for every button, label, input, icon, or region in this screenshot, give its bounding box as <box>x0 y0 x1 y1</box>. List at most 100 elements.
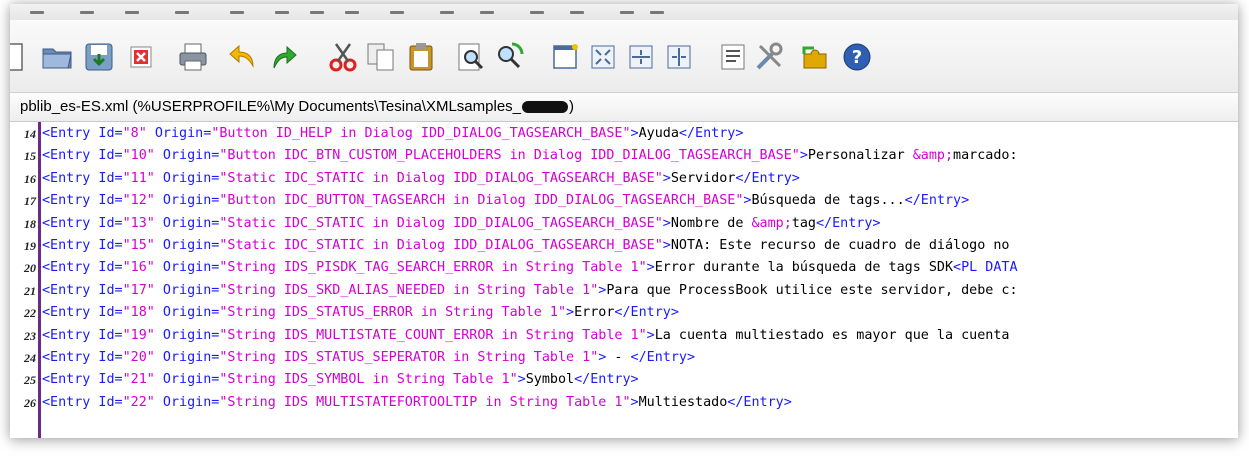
tag-open: <Entry <box>42 282 91 298</box>
attr-value: "13" <box>122 215 155 231</box>
attr-value: "17" <box>122 282 155 298</box>
attr-name: Origin= <box>154 350 220 365</box>
redacted-text <box>522 101 568 114</box>
split-horizontal-icon[interactable] <box>622 38 660 76</box>
code-line[interactable]: 14 <Entry Id="8" Origin="Button ID_HELP i… <box>10 123 1238 145</box>
help-icon[interactable]: ? <box>838 38 876 76</box>
code-text: <Entry Id="15" Origin="Static IDC_STATIC… <box>42 235 1009 257</box>
attr-name: Id= <box>90 193 123 209</box>
attr-value: "20" <box>122 350 155 365</box>
tag-close-bracket: > <box>630 126 639 141</box>
print-icon[interactable] <box>174 38 212 76</box>
entity-ref: &amp; <box>912 148 954 164</box>
attr-value: "String IDS_STATUS_SEPERATOR in String T… <box>219 350 599 365</box>
tools-icon[interactable] <box>750 38 788 76</box>
cut-icon[interactable] <box>324 38 362 76</box>
attr-value: "8" <box>122 126 147 141</box>
split-vertical-icon[interactable] <box>660 38 698 76</box>
tag-close-bracket: > <box>630 394 639 410</box>
attr-value: "String IDS_MULTISTATE_COUNT_ERROR in St… <box>219 327 647 343</box>
entry-text: Multiestado <box>638 394 728 410</box>
code-line[interactable]: 26 <Entry Id="22" Origin="String IDS MULT… <box>10 392 1238 414</box>
attr-name: Id= <box>90 260 123 276</box>
code-line[interactable]: 24 <Entry Id="20" Origin="String IDS_STAT… <box>10 347 1238 369</box>
attr-name: Id= <box>90 170 123 186</box>
save-icon[interactable] <box>80 38 118 76</box>
code-line[interactable]: 20 <Entry Id="16" Origin="String IDS_PISD… <box>10 257 1238 279</box>
code-text: <Entry Id="16" Origin="String IDS_PISDK_… <box>42 257 1018 279</box>
redo-icon[interactable] <box>264 38 302 76</box>
line-number: 23 <box>24 328 36 343</box>
code-line[interactable]: 18 <Entry Id="13" Origin="Static IDC_STAT… <box>10 213 1238 235</box>
expand-icon[interactable] <box>584 38 622 76</box>
attr-value: "10" <box>122 148 155 164</box>
attr-name: Id= <box>90 215 123 231</box>
entry-text: Personalizar <box>807 148 913 164</box>
close-icon[interactable] <box>122 38 160 76</box>
tag-close-bracket: > <box>517 372 526 388</box>
tag-open: <Entry <box>42 394 91 410</box>
find-icon[interactable] <box>452 38 490 76</box>
entry-text: Para que ProcessBook utilice este servid… <box>606 282 1018 298</box>
attr-name: Id= <box>90 126 123 141</box>
entry-text: Ayuda <box>638 126 679 141</box>
paste-icon[interactable] <box>402 38 440 76</box>
menu-bar <box>10 4 1238 20</box>
undo-icon[interactable] <box>225 38 263 76</box>
tag-open: <Entry <box>42 260 91 276</box>
line-number: 24 <box>24 351 36 365</box>
tag-close: </Entry> <box>735 170 800 186</box>
line-number: 21 <box>24 283 36 298</box>
code-text: <Entry Id="19" Origin="String IDS_MULTIS… <box>42 325 1009 347</box>
code-line[interactable]: 23 <Entry Id="19" Origin="String IDS_MULT… <box>10 325 1238 347</box>
entry-text: tag <box>791 215 816 231</box>
find-replace-icon[interactable] <box>490 38 528 76</box>
entry-text: Symbol <box>525 372 575 388</box>
line-number: 16 <box>24 171 36 186</box>
code-line[interactable]: 16 <Entry Id="11" Origin="Static IDC_STAT… <box>10 168 1238 190</box>
code-text: <Entry Id="18" Origin="String IDS_STATUS… <box>42 302 679 324</box>
toolbar: ? <box>10 20 1238 93</box>
code-line[interactable]: 17 <Entry Id="12" Origin="Button IDC_BUTT… <box>10 190 1238 212</box>
attr-value: "String IDS MULTISTATEFORTOOLTIP in Stri… <box>219 394 631 410</box>
code-text: <Entry Id="10" Origin="Button IDC_BTN_CU… <box>42 145 1018 167</box>
code-text: <Entry Id="20" Origin="String IDS_STATUS… <box>42 347 695 369</box>
plugin-icon[interactable] <box>796 38 834 76</box>
attr-value: "Button IDC_BTN_CUSTOM_PLACEHOLDERS in D… <box>219 148 800 164</box>
line-number: 14 <box>24 127 36 141</box>
attr-name: Origin= <box>154 327 220 343</box>
new-window-icon[interactable] <box>546 38 584 76</box>
tag-close-bracket: > <box>662 238 671 253</box>
svg-text:?: ? <box>852 47 862 68</box>
code-line[interactable]: 22 <Entry Id="18" Origin="String IDS_STAT… <box>10 302 1238 324</box>
new-file-icon[interactable] <box>10 38 32 76</box>
open-folder-icon[interactable] <box>38 38 76 76</box>
attr-name: Id= <box>90 282 123 298</box>
line-number: 26 <box>24 395 36 410</box>
attr-value: "12" <box>122 193 155 209</box>
properties-icon[interactable] <box>714 38 752 76</box>
tag-close-bracket: > <box>646 327 655 343</box>
entry-text: Servidor <box>670 170 736 186</box>
code-line[interactable]: 25 <Entry Id="21" Origin="String IDS_SYMB… <box>10 369 1238 391</box>
attr-value: "21" <box>122 372 155 388</box>
attr-name: Origin= <box>146 126 212 141</box>
entry-text: La cuenta multiestado es mayor que la cu… <box>654 327 1010 343</box>
copy-icon[interactable] <box>362 38 400 76</box>
entry-text: NOTA: Este recurso de cuadro de diálogo … <box>670 238 1010 253</box>
tag-open: <Entry <box>42 238 91 253</box>
attr-name: Origin= <box>154 260 220 276</box>
code-line[interactable]: 21 <Entry Id="17" Origin="String IDS_SKD_… <box>10 280 1238 302</box>
attr-name: Origin= <box>154 148 220 164</box>
attr-name: Id= <box>90 350 123 365</box>
code-line[interactable]: 19 <Entry Id="15" Origin="Static IDC_STAT… <box>10 235 1238 257</box>
attr-name: Id= <box>90 148 123 164</box>
attr-value: "15" <box>122 238 155 253</box>
attr-name: Id= <box>90 305 123 321</box>
code-line[interactable]: 15 <Entry Id="10" Origin="Button IDC_BTN_… <box>10 145 1238 167</box>
entry-text: - <box>606 350 631 365</box>
tag-open: <Entry <box>42 126 91 141</box>
code-editor[interactable]: 14 <Entry Id="8" Origin="Button ID_HELP i… <box>10 122 1238 438</box>
attr-name: Origin= <box>154 282 220 298</box>
tag-close-bracket: > <box>662 170 671 186</box>
